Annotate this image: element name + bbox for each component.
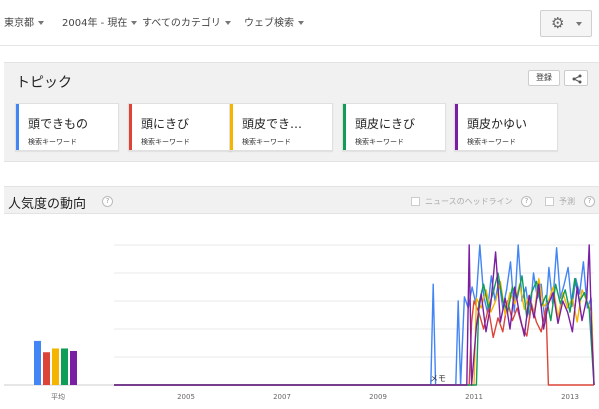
average-bar xyxy=(61,348,68,385)
topic-kind: 検索キーワード xyxy=(141,138,190,146)
news-headlines-label: ニュースのヘッドライン xyxy=(425,197,513,206)
topic-kind: 検索キーワード xyxy=(28,138,77,146)
x-tick-label: 2005 xyxy=(177,393,195,401)
gear-icon: ⚙ xyxy=(551,14,565,32)
topic-kind: 検索キーワード xyxy=(467,138,516,146)
chevron-down-icon xyxy=(131,21,138,25)
series-line xyxy=(114,277,595,386)
topic-card[interactable]: 頭皮にきび 検索キーワード xyxy=(342,103,446,151)
chart-lines xyxy=(114,244,595,386)
average-bars xyxy=(34,340,77,385)
topic-title: トピック xyxy=(16,75,72,91)
x-axis-ticks: 2005 2007 2009 2011 2013 xyxy=(177,393,579,401)
topic-color-bar xyxy=(230,104,233,150)
filter-period-label: 2004年 - 現在 xyxy=(62,18,128,29)
average-label: 平均 xyxy=(51,392,65,401)
interest-header: 人気度の動向 ? ニュースのヘッドライン ? 予測 ? xyxy=(4,186,599,214)
topic-color-bar xyxy=(455,104,458,150)
topic-term: 頭できもの xyxy=(28,117,89,131)
filter-search-type[interactable]: ウェブ検索 xyxy=(244,14,304,29)
interest-chart: 平均 2005 2007 2009 2011 2013 メモ xyxy=(4,244,595,401)
x-tick-label: 2011 xyxy=(465,393,483,401)
chevron-down-icon xyxy=(224,21,231,25)
filter-category-label: すべてのカテゴリ xyxy=(142,18,221,29)
average-bar xyxy=(34,340,41,385)
series-line xyxy=(114,244,595,386)
help-icon[interactable]: ? xyxy=(584,196,595,207)
chevron-down-icon xyxy=(298,21,304,25)
filter-period[interactable]: 2004年 - 現在 xyxy=(62,14,138,29)
topic-card[interactable]: 頭にきび 検索キーワード xyxy=(128,103,232,151)
share-icon xyxy=(572,74,582,84)
x-tick-label: 2009 xyxy=(369,393,387,401)
interest-title: 人気度の動向 xyxy=(8,197,87,212)
topic-color-bar xyxy=(16,104,19,150)
average-bar xyxy=(70,350,77,385)
news-headlines-checkbox[interactable] xyxy=(411,197,420,206)
share-button[interactable] xyxy=(564,70,588,86)
filter-region-label: 東京都 xyxy=(4,18,34,29)
filter-bar: 東京都 2004年 - 現在 すべてのカテゴリ ウェブ検索 ⚙ xyxy=(0,0,599,46)
chart-annotation[interactable]: メモ xyxy=(430,374,446,383)
topic-kind: 検索キーワード xyxy=(355,138,404,146)
series-line xyxy=(114,244,595,386)
topic-card[interactable]: 頭皮かゆい 検索キーワード xyxy=(454,103,558,151)
series-line xyxy=(114,300,594,386)
topic-term: 頭皮でき… xyxy=(242,117,303,131)
topic-card[interactable]: 頭皮でき… 検索キーワード xyxy=(229,103,333,151)
x-tick-label: 2007 xyxy=(273,393,291,401)
topic-color-bar xyxy=(129,104,132,150)
topic-term: 頭にきび xyxy=(141,117,190,131)
filter-search-type-label: ウェブ検索 xyxy=(244,18,294,29)
filter-region[interactable]: 東京都 xyxy=(4,14,44,29)
chevron-down-icon xyxy=(576,22,582,26)
topic-term: 頭皮にきび xyxy=(355,117,416,131)
filter-category[interactable]: すべてのカテゴリ xyxy=(142,14,231,29)
topic-panel: トピック 登録 頭できもの 検索キーワード 頭にきび 検索キーワード 頭皮でき…… xyxy=(4,62,599,162)
register-button[interactable]: 登録 xyxy=(528,70,560,86)
forecast-checkbox[interactable] xyxy=(545,197,554,206)
x-tick-label: 2013 xyxy=(561,393,579,401)
topic-card[interactable]: 頭できもの 検索キーワード xyxy=(15,103,119,151)
settings-button[interactable]: ⚙ xyxy=(540,10,592,37)
average-bar xyxy=(52,348,59,385)
chevron-down-icon xyxy=(38,21,44,25)
topic-color-bar xyxy=(343,104,346,150)
help-icon[interactable]: ? xyxy=(102,196,113,207)
topic-kind: 検索キーワード xyxy=(242,138,291,146)
topic-term: 頭皮かゆい xyxy=(467,117,528,131)
forecast-label: 予測 xyxy=(559,197,575,206)
help-icon[interactable]: ? xyxy=(521,196,532,207)
average-bar xyxy=(43,352,50,385)
